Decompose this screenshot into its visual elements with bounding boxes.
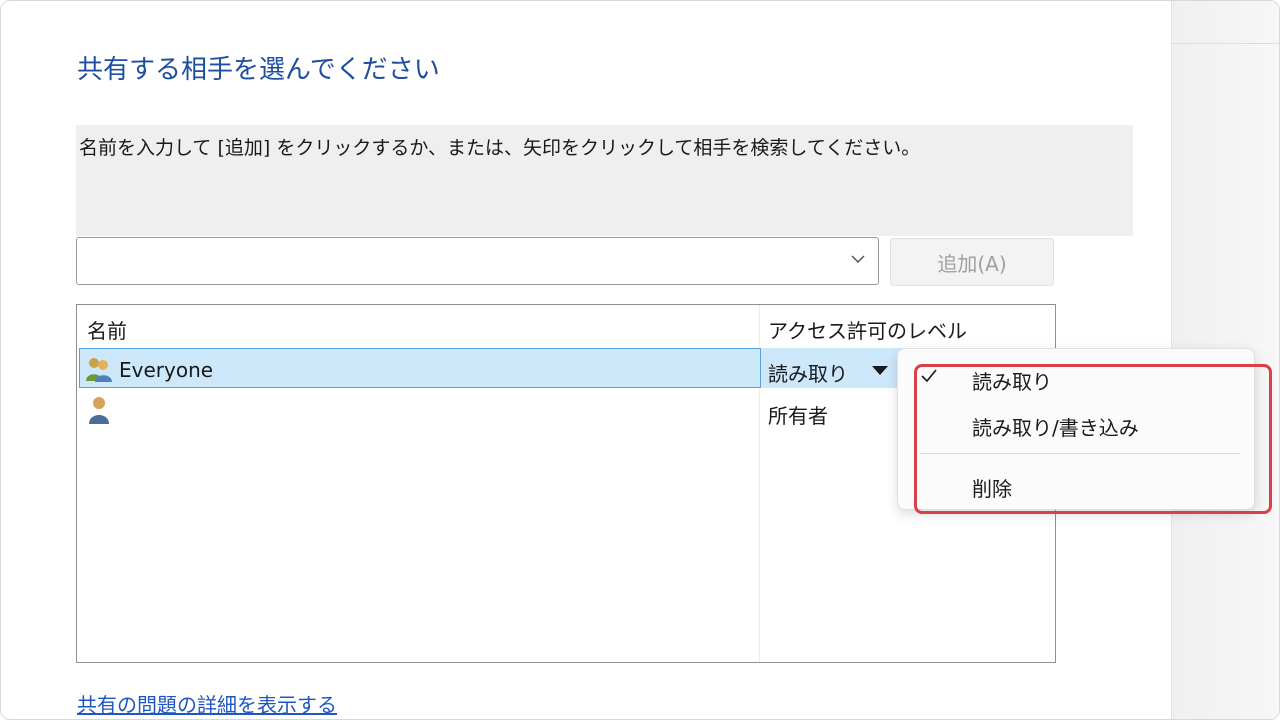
column-header-permission[interactable]: アクセス許可のレベル	[768, 315, 967, 344]
instruction-text: 名前を入力して [追加] をクリックするか、または、矢印をクリックして相手を検索…	[79, 137, 921, 159]
side-panel-divider	[1172, 43, 1279, 44]
name-combobox[interactable]	[76, 237, 879, 285]
check-icon	[921, 369, 937, 383]
users-group-icon	[86, 358, 112, 382]
share-dialog: 共有する相手を選んでください 名前を入力して [追加] をクリックするか、または…	[0, 0, 1280, 720]
menu-separator	[920, 453, 1240, 454]
instruction-area: 名前を入力して [追加] をクリックするか、または、矢印をクリックして相手を検索…	[76, 125, 1133, 236]
column-header-name[interactable]: 名前	[87, 315, 127, 344]
dialog-title: 共有する相手を選んでください	[77, 55, 440, 85]
chevron-down-icon[interactable]	[848, 249, 868, 269]
menu-item-read[interactable]: 読み取り	[972, 366, 1052, 395]
row-permission-everyone[interactable]: 読み取り	[768, 358, 848, 387]
add-button[interactable]: 追加(A)	[890, 238, 1054, 286]
row-name-everyone: Everyone	[119, 358, 214, 382]
caret-down-icon[interactable]	[872, 366, 888, 375]
sharing-help-link[interactable]: 共有の問題の詳細を表示する	[77, 689, 337, 718]
menu-item-remove[interactable]: 削除	[972, 473, 1012, 502]
user-icon	[89, 397, 109, 424]
permission-menu: 読み取り 読み取り/書き込み 削除	[897, 348, 1255, 510]
menu-item-read-write[interactable]: 読み取り/書き込み	[972, 412, 1139, 441]
row-permission-owner: 所有者	[768, 404, 828, 428]
